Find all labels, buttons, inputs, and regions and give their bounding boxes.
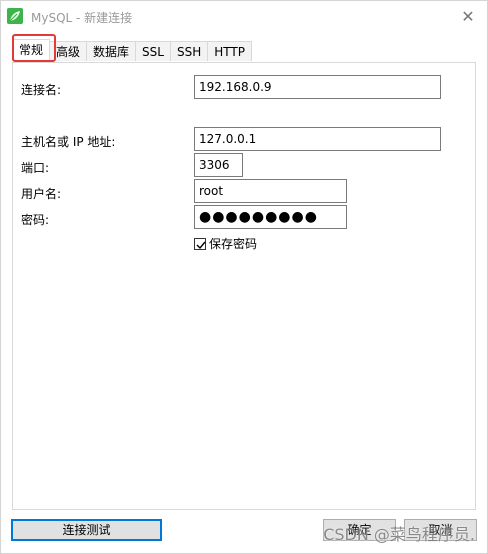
tab-bar: 常规 高级 数据库 SSL SSH HTTP bbox=[12, 39, 252, 62]
port-label: 端口: bbox=[21, 161, 50, 175]
username-label: 用户名: bbox=[21, 187, 62, 201]
save-password-checkbox[interactable]: 保存密码 bbox=[194, 235, 257, 252]
connection-name-label: 连接名: bbox=[21, 83, 62, 97]
host-input[interactable] bbox=[194, 127, 441, 151]
checkmark-icon bbox=[196, 241, 206, 249]
checkbox-icon[interactable] bbox=[194, 237, 206, 250]
cancel-button[interactable]: 取消 bbox=[404, 519, 477, 541]
tab-http[interactable]: HTTP bbox=[207, 41, 252, 61]
password-label: 密码: bbox=[21, 213, 50, 227]
test-connection-button[interactable]: 连接测试 bbox=[11, 519, 162, 541]
port-input[interactable] bbox=[194, 153, 243, 177]
tab-general[interactable]: 常规 bbox=[12, 39, 51, 61]
password-input[interactable] bbox=[194, 205, 347, 229]
tab-ssl[interactable]: SSL bbox=[135, 41, 171, 61]
mysql-leaf-icon bbox=[7, 8, 23, 24]
window-title: MySQL - 新建连接 bbox=[31, 11, 133, 25]
tab-databases[interactable]: 数据库 bbox=[86, 41, 137, 61]
tab-advanced[interactable]: 高级 bbox=[49, 41, 88, 61]
title-bar: MySQL - 新建连接 ✕ bbox=[1, 1, 487, 33]
ok-button[interactable]: 确定 bbox=[323, 519, 396, 541]
save-password-label: 保存密码 bbox=[209, 237, 258, 251]
close-icon[interactable]: ✕ bbox=[457, 6, 479, 28]
connection-name-input[interactable] bbox=[194, 75, 441, 99]
new-connection-dialog: MySQL - 新建连接 ✕ 常规 高级 数据库 SSL SSH HTTP 连接… bbox=[0, 0, 488, 554]
tab-ssh[interactable]: SSH bbox=[169, 41, 209, 61]
username-input[interactable] bbox=[194, 179, 347, 203]
host-label: 主机名或 IP 地址: bbox=[21, 135, 116, 149]
